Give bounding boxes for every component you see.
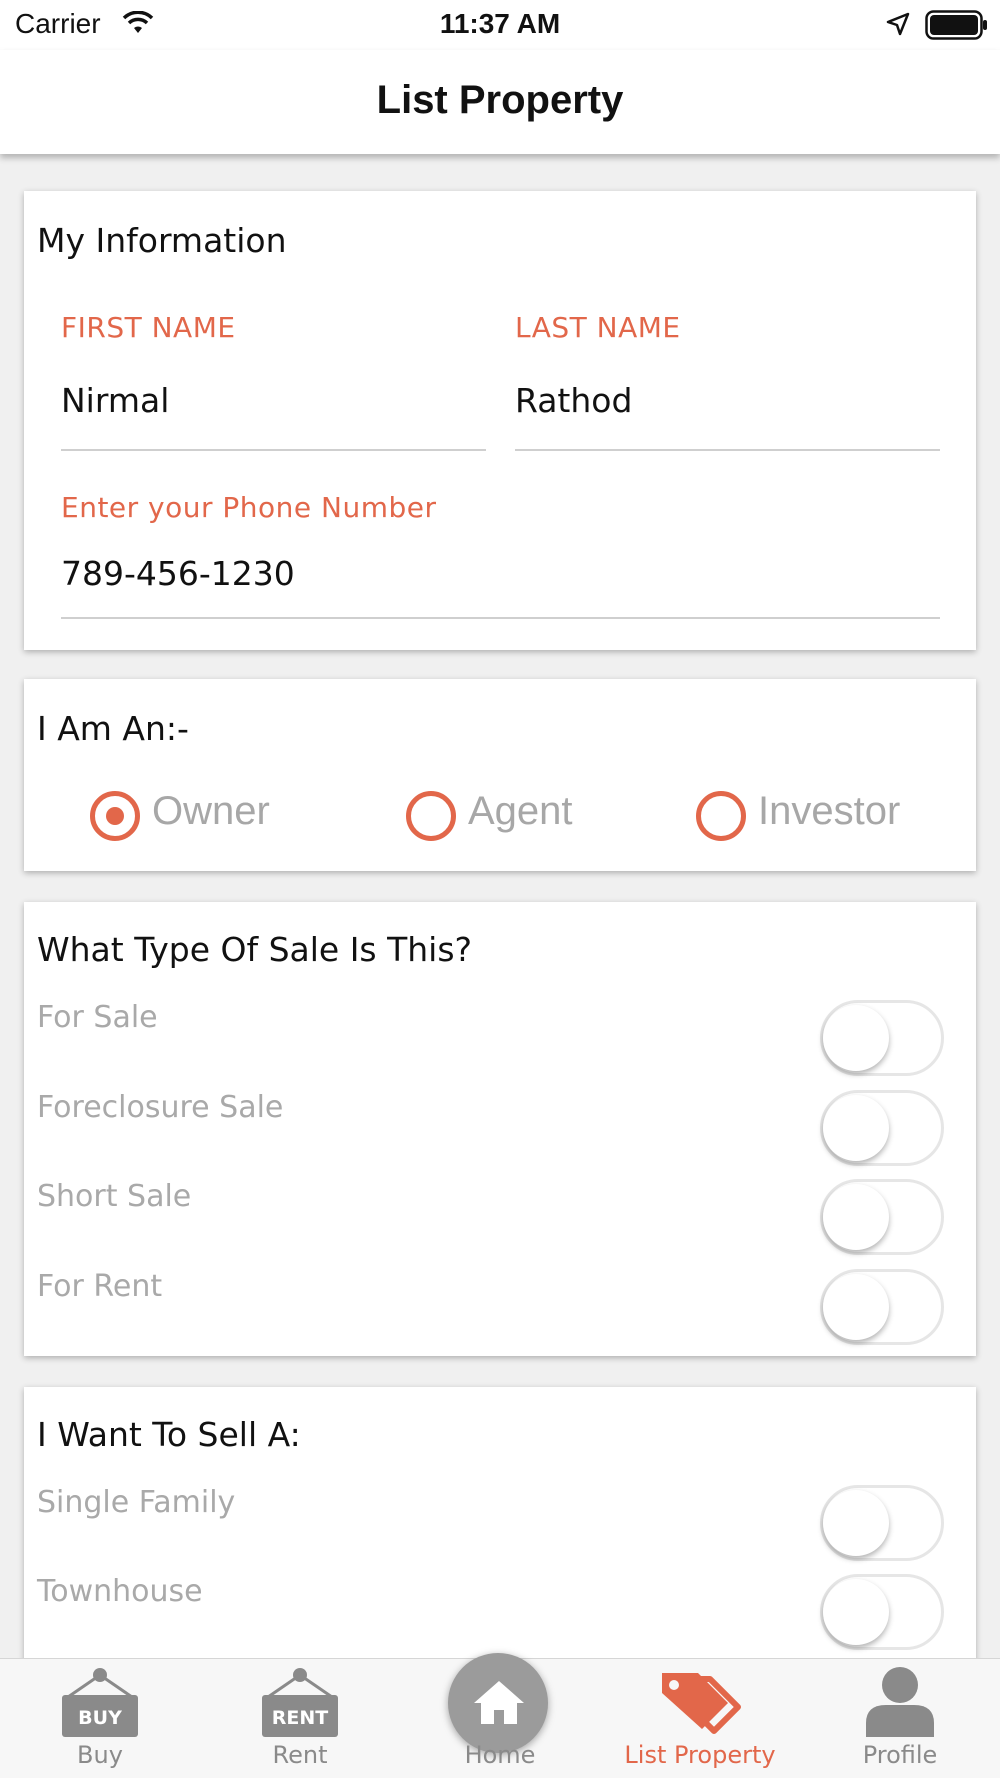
first-name-underline <box>61 449 486 451</box>
radio-label: Investor <box>758 789 901 833</box>
tab-label: List Property <box>624 1741 776 1769</box>
phone-input[interactable]: 789-456-1230 <box>61 554 295 593</box>
tab-label: Profile <box>862 1741 938 1769</box>
battery-icon <box>925 10 987 40</box>
tab-label: Rent <box>272 1741 328 1769</box>
buy-sign-text: BUY <box>78 1707 122 1729</box>
toggle-row-foreclosure-sale: Foreclosure Sale <box>24 1090 976 1166</box>
townhouse-switch[interactable] <box>820 1574 944 1650</box>
section-title: What Type Of Sale Is This? <box>37 930 473 969</box>
toggle-row-short-sale: Short Sale <box>24 1179 976 1255</box>
toggle-label: For Sale <box>37 1000 158 1035</box>
tab-label: Home <box>464 1741 536 1769</box>
section-title: My Information <box>37 221 287 260</box>
foreclosure-sale-switch[interactable] <box>820 1090 944 1166</box>
nav-header: List Property <box>0 50 1000 154</box>
buy-sign-icon: BUY <box>62 1668 138 1737</box>
tab-label: Buy <box>77 1741 123 1769</box>
location-arrow-icon <box>886 12 910 36</box>
radio-selected-icon <box>90 791 140 841</box>
phone-label: Enter your Phone Number <box>61 491 437 524</box>
rent-sign-text: RENT <box>272 1707 329 1729</box>
toggle-label: Townhouse <box>37 1574 203 1609</box>
radio-label: Agent <box>468 789 573 833</box>
person-icon <box>866 1667 934 1737</box>
sale-type-card: What Type Of Sale Is This? For Sale Fore… <box>24 902 976 1356</box>
tab-buy[interactable]: BUY Buy <box>0 1659 200 1778</box>
tab-profile[interactable]: Profile <box>800 1659 1000 1778</box>
last-name-underline <box>515 449 940 451</box>
radio-unselected-icon <box>696 791 746 841</box>
page-title: List Property <box>376 78 624 122</box>
single-family-switch[interactable] <box>820 1485 944 1561</box>
short-sale-switch[interactable] <box>820 1179 944 1255</box>
home-icon <box>474 1681 524 1724</box>
toggle-row-single-family: Single Family <box>24 1485 976 1561</box>
for-rent-switch[interactable] <box>820 1269 944 1345</box>
tab-rent[interactable]: RENT Rent <box>200 1659 400 1778</box>
status-bar: Carrier 11:37 AM <box>0 0 1000 50</box>
toggle-row-for-rent: For Rent <box>24 1269 976 1345</box>
my-information-card: My Information FIRST NAME Nirmal LAST NA… <box>24 191 976 650</box>
toggle-row-for-sale: For Sale <box>24 1000 976 1076</box>
toggle-label: Foreclosure Sale <box>37 1090 284 1125</box>
toggle-label: For Rent <box>37 1269 163 1304</box>
role-card: I Am An:- Owner Agent Investor <box>24 679 976 871</box>
toggle-label: Single Family <box>37 1485 236 1520</box>
toggle-row-townhouse: Townhouse <box>24 1574 976 1650</box>
for-sale-switch[interactable] <box>820 1000 944 1076</box>
first-name-input[interactable]: Nirmal <box>61 381 169 420</box>
section-title: I Am An:- <box>37 709 189 748</box>
status-time: 11:37 AM <box>439 8 561 39</box>
last-name-label: LAST NAME <box>515 311 681 344</box>
tab-home[interactable]: Home <box>400 1653 600 1778</box>
tab-bar: BUY Buy RENT Rent Home List Property Pro… <box>0 1653 1000 1778</box>
radio-unselected-icon <box>406 791 456 841</box>
last-name-input[interactable]: Rathod <box>515 381 632 420</box>
tab-list-property[interactable]: List Property <box>600 1659 800 1778</box>
rent-sign-icon: RENT <box>262 1668 338 1737</box>
first-name-label: FIRST NAME <box>61 311 236 344</box>
price-tags-icon <box>662 1673 741 1734</box>
section-title: I Want To Sell A: <box>37 1415 301 1454</box>
toggle-label: Short Sale <box>37 1179 192 1214</box>
phone-underline <box>61 617 940 619</box>
radio-label: Owner <box>152 789 270 833</box>
